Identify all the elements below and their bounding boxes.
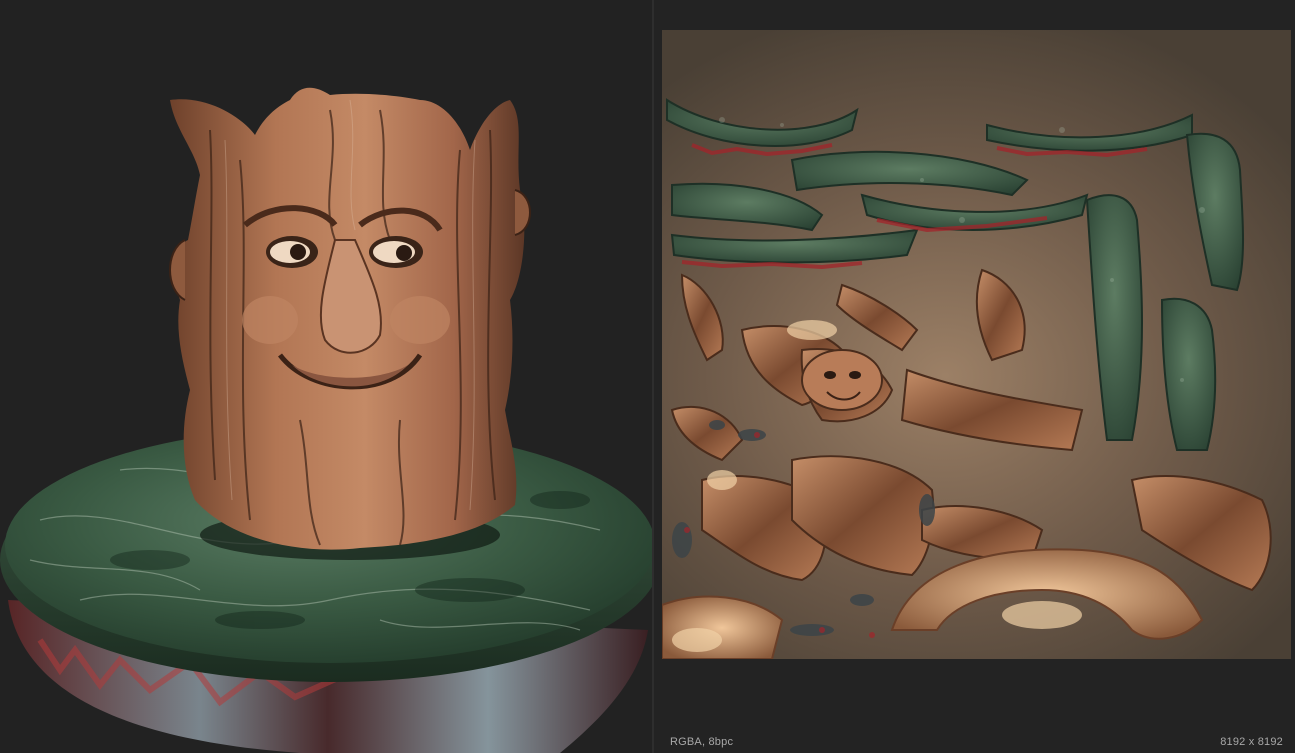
texture-atlas-image[interactable] [662,30,1291,659]
texture-viewer-panel: RGBA, 8bpc 8192 x 8192 [654,0,1295,753]
texture-size-label: 8192 x 8192 [1220,736,1283,748]
model-render [0,87,652,753]
uv-texture-map [662,98,1272,659]
face-uv-island [801,349,883,411]
3d-viewport[interactable] [0,0,652,753]
texture-format-label: RGBA, 8bpc [670,736,734,748]
